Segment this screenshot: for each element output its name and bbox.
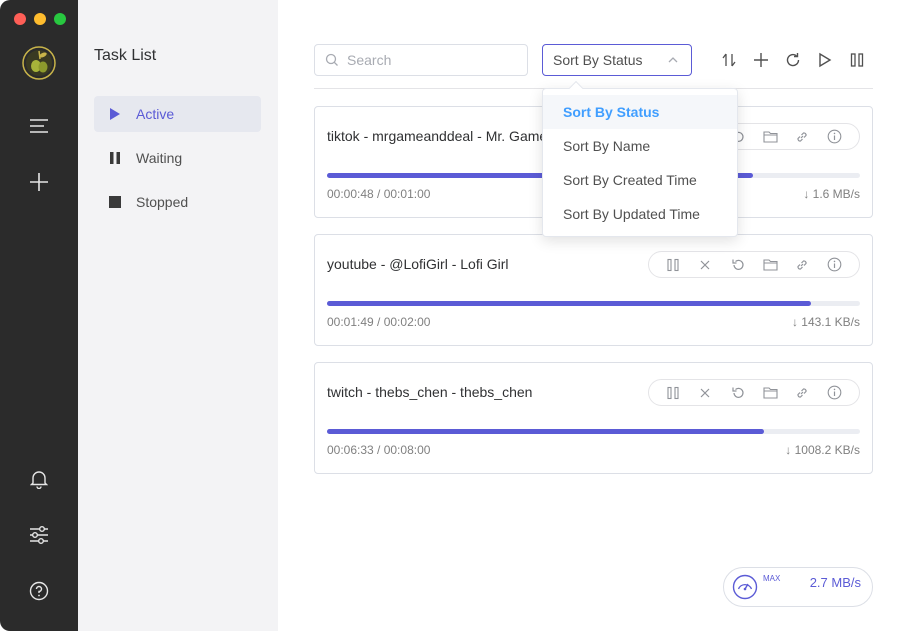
search-icon [325,53,338,66]
chevron-up-icon [668,57,678,63]
add-icon[interactable] [750,49,772,71]
task-item[interactable]: twitch - thebs_chen - thebs_chen 00:06:3… [314,362,873,474]
task-list-sidebar: Task List Active Waiting Stopped [78,0,278,631]
sort-toggle-icon[interactable] [718,49,740,71]
main-panel: Sort By Status tiktok - mrgameanddeal - … [278,0,909,631]
logo-icon [22,46,56,80]
link-icon[interactable] [792,383,812,403]
global-speed: 2.7 MB/s [809,575,861,590]
sort-select-value: Sort By Status [553,52,643,68]
sidebar-item-label: Waiting [136,150,183,166]
play-icon [108,107,122,121]
task-item[interactable]: youtube - @LofiGirl - Lofi Girl 00:01:49… [314,234,873,346]
task-actions [648,251,860,278]
task-speed: ↓ 1.6 MB/s [803,187,860,201]
link-icon[interactable] [792,255,812,275]
delete-task-icon[interactable] [695,255,715,275]
pause-all-icon[interactable] [846,49,868,71]
add-task-icon[interactable] [24,167,54,197]
sidebar-item-stopped[interactable]: Stopped [94,184,261,220]
link-icon[interactable] [792,127,812,147]
progress-bar [327,429,860,434]
sort-dropdown: Sort By Status Sort By Name Sort By Crea… [542,80,738,237]
task-name: youtube - @LofiGirl - Lofi Girl [327,256,509,272]
speedometer-icon [732,574,758,600]
sort-select[interactable]: Sort By Status [542,44,692,76]
task-time: 00:01:49 / 00:02:00 [327,315,431,329]
sidebar-item-label: Active [136,106,175,122]
task-actions [648,379,860,406]
pause-task-icon[interactable] [663,255,683,275]
search-box[interactable] [314,44,528,76]
left-rail [0,0,78,631]
app-window: Task List Active Waiting Stopped Sor [0,0,909,631]
folder-icon[interactable] [760,383,780,403]
menu-icon[interactable] [24,111,54,141]
resume-all-icon[interactable] [814,49,836,71]
stop-icon [108,195,122,209]
pause-icon [108,151,122,165]
speedometer[interactable]: MAX 2.7 MB/s [723,567,873,607]
sidebar-item-active[interactable]: Active [94,96,261,132]
info-icon[interactable] [825,383,845,403]
folder-icon[interactable] [760,127,780,147]
folder-icon[interactable] [760,255,780,275]
dropdown-arrow [568,80,584,96]
help-icon[interactable] [24,576,54,606]
progress-fill [327,301,811,306]
sort-option-name[interactable]: Sort By Name [543,129,737,163]
delete-task-icon[interactable] [695,383,715,403]
restart-task-icon[interactable] [728,383,748,403]
minimize-window-button[interactable] [34,13,46,25]
sort-option-created-time[interactable]: Sort By Created Time [543,163,737,197]
sidebar-title: Task List [94,47,157,64]
refresh-icon[interactable] [782,49,804,71]
info-icon[interactable] [825,127,845,147]
sort-option-status[interactable]: Sort By Status [543,95,737,129]
task-speed: ↓ 1008.2 KB/s [785,443,860,457]
info-icon[interactable] [825,255,845,275]
sort-option-updated-time[interactable]: Sort By Updated Time [543,197,737,231]
restart-task-icon[interactable] [728,255,748,275]
close-window-button[interactable] [14,13,26,25]
speed-limit-label: MAX [763,574,781,583]
pause-task-icon[interactable] [663,383,683,403]
task-time: 00:06:33 / 00:08:00 [327,443,431,457]
progress-fill [327,429,764,434]
task-time: 00:00:48 / 00:01:00 [327,187,431,201]
progress-bar [327,301,860,306]
search-input[interactable] [347,52,517,68]
bell-icon[interactable] [24,464,54,494]
task-name: twitch - thebs_chen - thebs_chen [327,384,533,400]
sidebar-item-label: Stopped [136,194,189,210]
zoom-window-button[interactable] [54,13,66,25]
sidebar-item-waiting[interactable]: Waiting [94,140,261,176]
task-speed: ↓ 143.1 KB/s [791,315,860,329]
preferences-icon[interactable] [24,520,54,550]
